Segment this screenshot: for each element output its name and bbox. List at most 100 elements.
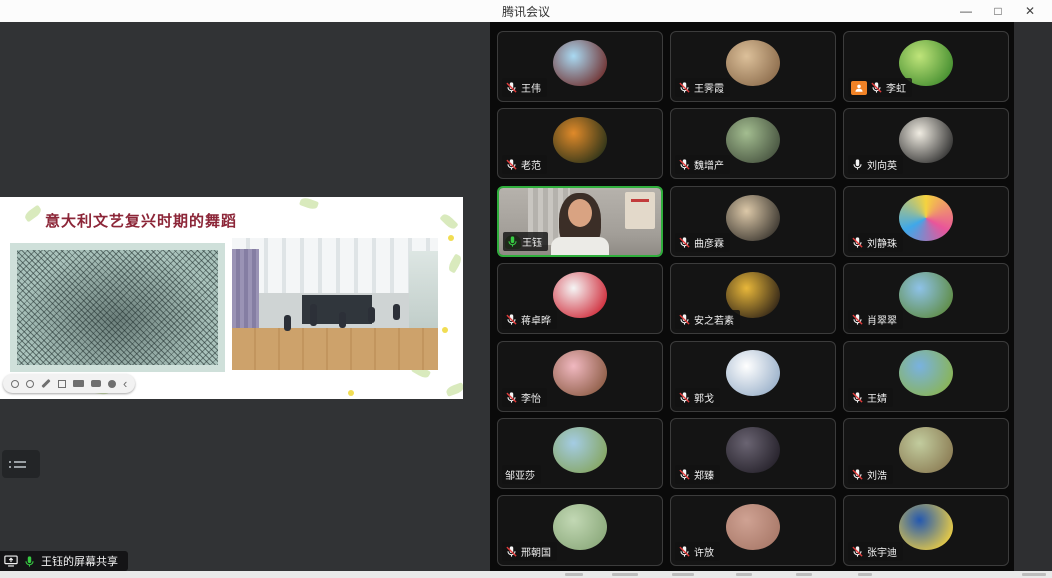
monitor-icon[interactable] — [73, 380, 84, 387]
studio-person — [284, 315, 291, 331]
participants-grid: 王伟 王霁霞 — [490, 22, 1014, 571]
globe-icon[interactable] — [108, 380, 116, 388]
avatar — [553, 427, 607, 473]
toolbar-fragment — [736, 573, 752, 576]
participant-name-bar: 邹亚莎 — [502, 465, 541, 484]
participant-name: 李怡 — [521, 390, 541, 405]
participant-tile[interactable]: 王钰 — [497, 186, 663, 257]
participant-name: 郑臻 — [694, 467, 714, 482]
pencil-icon[interactable] — [41, 379, 50, 388]
screen-share-status: 王钰的屏幕共享 — [0, 551, 128, 571]
avatar — [899, 427, 953, 473]
mic-icon — [851, 468, 864, 481]
maximize-button[interactable]: □ — [982, 0, 1014, 22]
participant-tile[interactable]: 李怡 — [497, 341, 663, 412]
avatar — [726, 117, 780, 163]
engraving-artwork — [17, 250, 218, 365]
participant-tile[interactable]: 王霁霞 — [670, 31, 836, 102]
shared-slide: 意大利文艺复兴时期的舞蹈 — [0, 197, 463, 399]
mic-icon — [851, 545, 864, 558]
screen-share-label: 王钰的屏幕共享 — [41, 553, 118, 569]
close-button[interactable]: ✕ — [1014, 0, 1046, 22]
active-mic-icon — [23, 555, 36, 568]
participant-tile[interactable]: 郭戈 — [670, 341, 836, 412]
toolbar-fragment — [612, 573, 638, 576]
participant-name-bar: 郭戈 — [675, 388, 720, 407]
participant-tile[interactable]: 邹亚莎 — [497, 418, 663, 489]
avatar — [553, 40, 607, 86]
participant-name: 肖翠翠 — [867, 312, 897, 327]
participant-name-bar: 曲彦霖 — [675, 233, 730, 252]
avatar — [899, 272, 953, 318]
dot-decoration — [448, 235, 454, 241]
mic-icon — [678, 468, 691, 481]
participant-name-bar: 刘向英 — [848, 155, 903, 174]
avatar — [899, 117, 953, 163]
participant-name-bar: 魏增产 — [675, 155, 730, 174]
minimize-button[interactable]: — — [950, 0, 982, 22]
participant-tile[interactable]: 邢朝国 — [497, 495, 663, 566]
leaf-decoration — [439, 212, 458, 231]
circle-icon[interactable] — [11, 380, 19, 388]
participant-tile[interactable]: 张宇迪 — [843, 495, 1009, 566]
participant-name: 刘静珠 — [867, 235, 897, 250]
mic-icon — [678, 545, 691, 558]
participant-tile[interactable]: 魏增产 — [670, 108, 836, 179]
avatar — [899, 504, 953, 550]
list-button[interactable] — [2, 450, 40, 478]
avatar — [553, 117, 607, 163]
participant-name: 老范 — [521, 157, 541, 172]
slide-title: 意大利文艺复兴时期的舞蹈 — [45, 210, 237, 231]
participant-tile[interactable]: 刘向英 — [843, 108, 1009, 179]
participant-name-bar: 郑臻 — [675, 465, 720, 484]
participant-name: 邹亚莎 — [505, 467, 535, 482]
window-title: 腾讯会议 — [0, 3, 1052, 20]
dance-studio-photo — [232, 238, 438, 370]
participant-name-bar: 王钰 — [503, 232, 548, 251]
toolbar-fragment — [672, 573, 694, 576]
participant-name: 曲彦霖 — [694, 235, 724, 250]
meeting-window: 腾讯会议 — □ ✕ 意大利文艺复兴时期的舞蹈 — [0, 0, 1052, 578]
mic-icon — [678, 236, 691, 249]
expand-icon[interactable] — [58, 380, 66, 388]
bottom-toolbar-strip — [0, 571, 1052, 578]
participant-tile[interactable]: 许放 — [670, 495, 836, 566]
participant-name-bar: 刘浩 — [848, 465, 893, 484]
participant-name-bar: 王霁霞 — [675, 78, 730, 97]
participant-tile[interactable]: 王伟 — [497, 31, 663, 102]
mic-icon — [678, 391, 691, 404]
studio-person — [393, 304, 400, 320]
chevron-icon[interactable]: ‹ — [123, 377, 127, 390]
participant-tile[interactable]: 蒋卓晔 — [497, 263, 663, 334]
chat-icon[interactable] — [91, 380, 101, 387]
participant-name-bar: 张宇迪 — [848, 542, 903, 561]
participant-tile[interactable]: 老范 — [497, 108, 663, 179]
participant-tile[interactable]: 安之若素 — [670, 263, 836, 334]
participant-name-bar: 老范 — [502, 155, 547, 174]
participant-tile[interactable]: 刘浩 — [843, 418, 1009, 489]
participant-name: 安之若素 — [694, 312, 734, 327]
participant-tile[interactable]: 王婧 — [843, 341, 1009, 412]
participant-tile[interactable]: 曲彦霖 — [670, 186, 836, 257]
circle-icon[interactable] — [26, 380, 34, 388]
participant-name-bar: 肖翠翠 — [848, 310, 903, 329]
participant-tile[interactable]: 肖翠翠 — [843, 263, 1009, 334]
participant-name: 许放 — [694, 544, 714, 559]
host-badge-icon — [851, 81, 867, 95]
mic-icon — [678, 158, 691, 171]
participant-tile[interactable]: 郑臻 — [670, 418, 836, 489]
renaissance-engraving-image — [10, 243, 225, 372]
annotation-toolbar[interactable]: ‹ — [3, 374, 135, 393]
list-icon — [9, 466, 40, 468]
avatar — [553, 350, 607, 396]
toolbar-fragment — [858, 573, 872, 576]
toolbar-fragment — [796, 573, 812, 576]
studio-mirror — [409, 251, 438, 333]
dot-decoration — [348, 390, 354, 396]
mic-icon — [870, 81, 883, 94]
video-background — [625, 192, 654, 229]
participant-tile[interactable]: 李虹 — [843, 31, 1009, 102]
participant-tile[interactable]: 刘静珠 — [843, 186, 1009, 257]
participant-name-bar: 蒋卓晔 — [502, 310, 557, 329]
participant-name: 邢朝国 — [521, 544, 551, 559]
